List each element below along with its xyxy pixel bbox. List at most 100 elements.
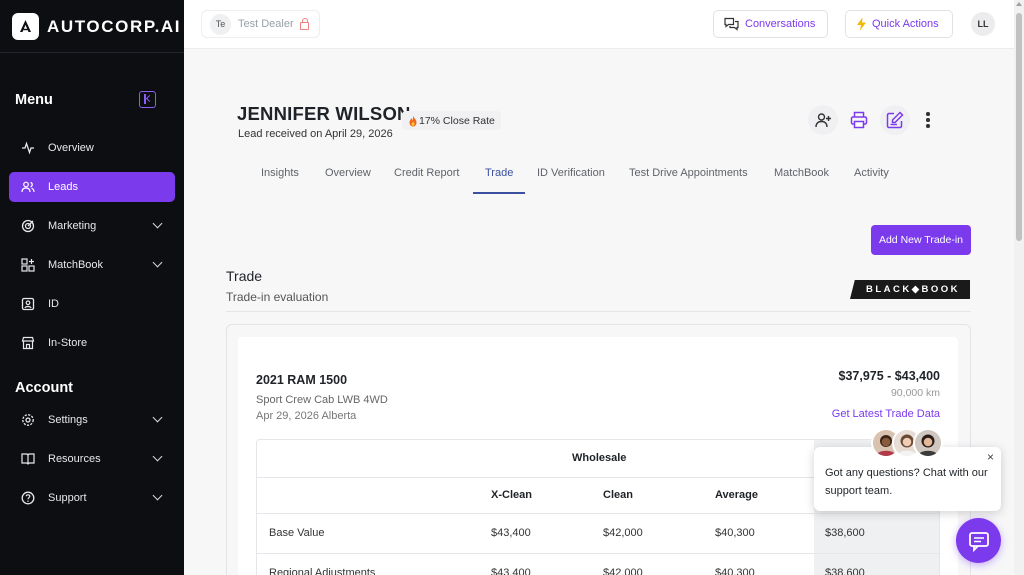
close-icon[interactable]: × <box>987 450 994 464</box>
table-cell: $40,300 <box>715 527 755 539</box>
dealer-name: Test Dealer <box>238 18 294 30</box>
sidebar-item-label: Support <box>48 492 87 504</box>
user-avatar[interactable]: LL <box>971 12 995 36</box>
sidebar-item-marketing[interactable]: Marketing <box>9 211 175 241</box>
tab-activity[interactable]: Activity <box>854 167 889 179</box>
conversations-button[interactable]: Conversations <box>713 10 828 38</box>
fire-icon <box>408 115 418 127</box>
section-subtitle: Trade-in evaluation <box>226 290 329 304</box>
scroll-up-arrow-icon[interactable] <box>1016 2 1022 6</box>
dealer-avatar: Te <box>210 13 231 35</box>
sidebar-item-settings[interactable]: Settings <box>9 405 175 435</box>
collapse-sidebar-icon[interactable] <box>139 91 156 108</box>
section-divider <box>226 311 971 312</box>
lock-icon <box>299 18 309 30</box>
id-card-icon <box>21 297 35 311</box>
autocorp-logo-icon <box>12 13 39 40</box>
edit-note-icon <box>886 111 904 129</box>
add-new-trade-in-button[interactable]: Add New Trade-in <box>871 225 971 255</box>
column-header: Average <box>715 489 759 501</box>
brand-logo[interactable]: AUTOCORP.AI <box>12 13 181 40</box>
tab-overview[interactable]: Overview <box>325 167 371 179</box>
vehicle-title: 2021 RAM 1500 <box>256 373 348 387</box>
vehicle-mileage: 90,000 km <box>890 387 940 399</box>
lead-received-date: Lead received on April 29, 2026 <box>238 128 393 140</box>
sidebar-item-label: Resources <box>48 453 101 465</box>
tab-insights[interactable]: Insights <box>261 167 299 179</box>
store-icon <box>21 336 35 350</box>
tab-matchbook[interactable]: MatchBook <box>774 167 829 179</box>
lightning-icon <box>856 17 867 31</box>
row-label: Regional Adjustments <box>269 567 376 575</box>
sidebar-item-matchbook[interactable]: MatchBook <box>9 250 175 280</box>
scrollbar-thumb[interactable] <box>1016 13 1022 241</box>
tab-test-drive-appointments[interactable]: Test Drive Appointments <box>629 167 748 179</box>
target-icon <box>21 219 35 233</box>
tab-credit-report[interactable]: Credit Report <box>394 167 459 179</box>
book-icon <box>21 452 35 466</box>
quick-actions-label: Quick Actions <box>872 18 939 30</box>
sidebar-item-label: Settings <box>48 414 88 426</box>
vehicle-date-location: Apr 29, 2026 Alberta <box>256 410 357 422</box>
table-cell: $43,400 <box>491 527 531 539</box>
get-latest-trade-data-link[interactable]: Get Latest Trade Data <box>832 408 940 420</box>
table-cell: $38,600 <box>825 527 865 539</box>
chevron-down-icon <box>152 451 163 462</box>
conversations-label: Conversations <box>745 18 816 30</box>
tab-trade[interactable]: Trade <box>485 167 513 179</box>
more-options-icon[interactable] <box>926 112 930 130</box>
sidebar-item-overview[interactable]: Overview <box>9 133 175 163</box>
quick-actions-button[interactable]: Quick Actions <box>845 10 953 38</box>
sidebar-item-support[interactable]: Support <box>9 483 175 513</box>
chevron-down-icon <box>152 412 163 423</box>
sidebar-item-label: Overview <box>48 142 94 154</box>
sidebar-divider <box>0 52 184 53</box>
table-cell: $38,600 <box>825 567 865 575</box>
chevron-down-icon <box>152 218 163 229</box>
table-row: Base Value $43,400 $42,000 $40,300 $38,6… <box>257 514 939 554</box>
table-cell: $43,400 <box>491 567 531 575</box>
table-cell: $42,000 <box>603 567 643 575</box>
brand-name: AUTOCORP.AI <box>47 16 182 36</box>
table-cell: $42,000 <box>603 527 643 539</box>
add-co-buyer-button[interactable] <box>808 105 838 135</box>
dealer-selector[interactable]: Te Test Dealer <box>201 10 320 38</box>
printer-icon <box>850 111 868 129</box>
column-header: X-Clean <box>491 489 532 501</box>
edit-lead-button[interactable] <box>880 105 910 135</box>
sidebar-item-id[interactable]: ID <box>9 289 175 319</box>
close-rate-badge: 17% Close Rate <box>402 111 501 130</box>
gear-icon <box>21 413 35 427</box>
top-bar: Te Test Dealer Conversations Quick Actio… <box>184 0 1014 49</box>
print-button[interactable] <box>844 105 874 135</box>
active-tab-indicator <box>473 192 525 194</box>
chat-message: Got any questions? Chat with our support… <box>825 467 988 497</box>
users-icon <box>21 180 35 194</box>
support-team-avatars <box>871 428 943 458</box>
chat-bubbles-icon <box>724 17 739 31</box>
table-cell: $40,300 <box>715 567 755 575</box>
chevron-down-icon <box>152 257 163 268</box>
row-label: Base Value <box>269 527 325 539</box>
sidebar-item-resources[interactable]: Resources <box>9 444 175 474</box>
tab-id-verification[interactable]: ID Verification <box>537 167 605 179</box>
menu-heading: Menu <box>15 92 53 108</box>
vehicle-trim: Sport Crew Cab LWB 4WD <box>256 394 388 406</box>
section-title: Trade <box>226 268 263 284</box>
table-row: Regional Adjustments $43,400 $42,000 $40… <box>257 554 939 575</box>
sidebar-item-label: MatchBook <box>48 259 104 271</box>
sidebar-item-label: In-Store <box>48 337 88 349</box>
sidebar: AUTOCORP.AI Menu Overview Leads Marketin… <box>0 0 184 575</box>
sidebar-item-label: ID <box>48 298 59 310</box>
help-circle-icon <box>21 491 35 505</box>
user-plus-icon <box>814 111 832 129</box>
trade-price-range: $37,975 - $43,400 <box>838 369 940 383</box>
lead-name: JENNIFER WILSON <box>237 103 411 124</box>
open-chat-button[interactable] <box>956 518 1001 563</box>
group-header-wholesale: Wholesale <box>572 452 627 464</box>
chevron-down-icon <box>152 490 163 501</box>
black-book-logo: BLACK◆BOOK <box>850 280 970 299</box>
sidebar-item-leads[interactable]: Leads <box>9 172 175 202</box>
sidebar-item-in-store[interactable]: In-Store <box>9 328 175 358</box>
sidebar-item-label: Marketing <box>48 220 97 232</box>
